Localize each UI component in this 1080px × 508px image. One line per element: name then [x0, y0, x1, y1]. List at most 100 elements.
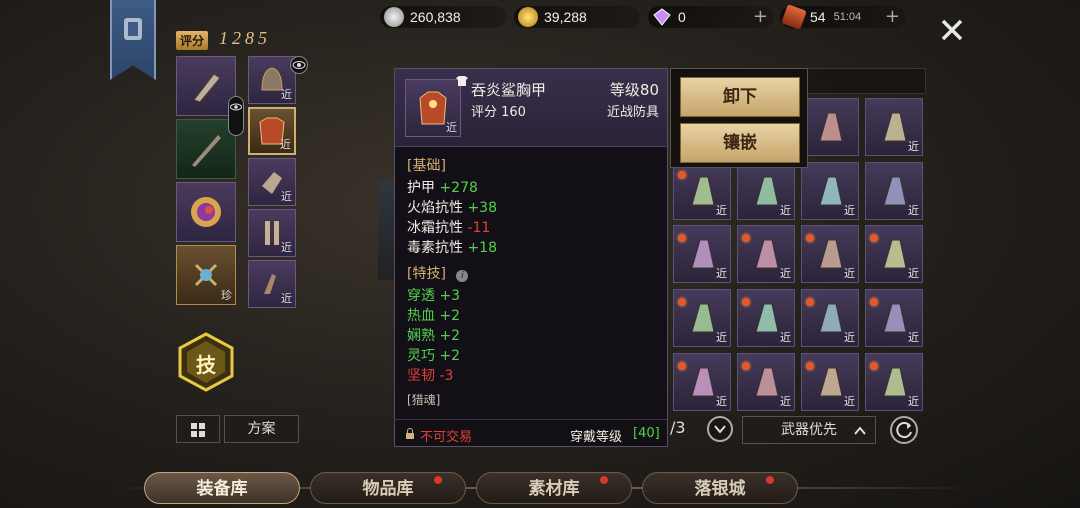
refresh-button[interactable] — [890, 416, 918, 444]
refresh-icon — [896, 422, 912, 439]
inventory-slot[interactable]: 近 — [865, 353, 923, 411]
inlay-button[interactable]: 镶嵌 — [680, 123, 800, 163]
wear-level-value: [40] — [633, 426, 660, 441]
equip-slot-weapon[interactable] — [176, 56, 236, 116]
eye-icon[interactable] — [290, 56, 308, 74]
tooltip-footer: 不可交易 穿戴等级 [40] — [395, 419, 667, 447]
inventory-slot[interactable]: 近 — [801, 162, 859, 220]
inventory-slot[interactable]: 近 — [865, 225, 923, 283]
near-label: 近 — [281, 292, 292, 305]
skill-pierce: 穿透 +3 — [407, 288, 461, 304]
gauntlet-blade-icon — [193, 73, 221, 103]
page-indicator: /3 — [670, 418, 686, 437]
inventory-slot[interactable]: 近 — [801, 353, 859, 411]
skill-tough: 坚韧 -3 — [407, 368, 454, 384]
equip-slot-boots[interactable]: 近 — [248, 260, 296, 308]
new-item-dot — [870, 298, 878, 306]
inventory-slot[interactable]: 近 — [737, 225, 795, 283]
grid-icon — [191, 423, 205, 437]
info-icon[interactable]: i — [456, 270, 469, 282]
near-label: 近 — [716, 267, 727, 280]
inventory-slot[interactable]: 近 — [865, 289, 923, 347]
item-score: 评分 160 — [471, 105, 526, 120]
near-label: 近 — [446, 121, 457, 134]
add-ticket-button[interactable]: + — [885, 8, 900, 26]
stat-frost-res: 冰霜抗性 -11 — [407, 220, 491, 236]
shirt-icon — [456, 76, 468, 86]
near-label: 近 — [281, 88, 292, 101]
add-gem-button[interactable]: + — [753, 8, 768, 26]
preset-button[interactable]: 方案 — [224, 415, 299, 443]
inventory-slot[interactable]: 近 — [737, 289, 795, 347]
action-popup: 卸下 镶嵌 — [670, 68, 808, 168]
inventory-slot[interactable]: 近 — [865, 162, 923, 220]
gold-amount: 39,288 — [544, 9, 587, 25]
inventory-slot[interactable]: 近 — [865, 98, 923, 156]
equip-slot-legs[interactable]: 近 — [248, 209, 296, 257]
tab-items[interactable]: 物品库 — [310, 472, 466, 504]
near-label: 近 — [908, 267, 919, 280]
chevron-up-icon — [854, 426, 866, 435]
unequip-button[interactable]: 卸下 — [680, 77, 800, 117]
eye-toggle-icon[interactable] — [228, 96, 244, 136]
inventory-slot[interactable] — [801, 98, 859, 156]
tab-silver-city[interactable]: 落银城 — [642, 472, 798, 504]
skill-button[interactable]: 技 — [178, 332, 234, 392]
close-icon[interactable] — [940, 18, 964, 42]
item-type: 近战防具 — [606, 105, 659, 120]
gold-currency: 39,288 — [514, 6, 640, 28]
gold-coin-icon — [518, 7, 538, 27]
ticket-timer: 51:04 — [833, 11, 862, 23]
inventory-slot[interactable]: 近 — [673, 289, 731, 347]
page-dropdown-button[interactable] — [707, 416, 733, 442]
inventory-slot[interactable]: 近 — [801, 225, 859, 283]
equip-slot-helmet[interactable]: 近 — [248, 56, 296, 104]
sword-icon — [192, 135, 221, 167]
wear-level-label: 穿戴等级 — [570, 430, 623, 445]
item-tooltip: 近 吞炎鲨胸甲 评分 160 等级80 近战防具 [基础] 护甲 +278 火焰… — [394, 68, 668, 447]
score-value: 1285 — [219, 28, 271, 48]
skill-proficient: 娴熟 +2 — [407, 328, 461, 344]
inventory-slot[interactable]: 近 — [673, 225, 731, 283]
lock-icon — [406, 428, 414, 439]
new-item-dot — [870, 234, 878, 242]
charm-icon — [194, 263, 218, 287]
equip-slot-offhand[interactable] — [176, 119, 236, 179]
gem-currency: 0 + — [648, 6, 774, 28]
silver-coin-icon — [384, 7, 404, 27]
tab-materials[interactable]: 素材库 — [476, 472, 632, 504]
equip-slot-gloves[interactable]: 近 — [248, 158, 296, 206]
new-item-dot — [870, 362, 878, 370]
inventory-slot[interactable]: 近 — [673, 162, 731, 220]
near-label: 近 — [908, 331, 919, 344]
near-label: 近 — [716, 331, 727, 344]
near-label: 近 — [780, 267, 791, 280]
skill-label: 技 — [196, 353, 216, 377]
near-label: 近 — [280, 138, 291, 151]
stat-poison-res: 毒素抗性 +18 — [407, 240, 497, 256]
equip-slot-trinket[interactable]: 珍 — [176, 245, 236, 305]
inventory-slot[interactable]: 近 — [737, 162, 795, 220]
basic-header: [基础] — [407, 158, 446, 174]
near-label: 近 — [908, 395, 919, 408]
materials-notification-dot — [600, 476, 608, 484]
inventory-slot[interactable]: 近 — [737, 353, 795, 411]
new-item-dot — [678, 362, 686, 370]
guild-banner — [110, 0, 156, 80]
new-item-dot — [806, 298, 814, 306]
new-item-dot — [742, 234, 750, 242]
equip-slot-chest[interactable]: 近 — [248, 107, 296, 155]
inventory-slot[interactable]: 近 — [801, 289, 859, 347]
tab-equipment[interactable]: 装备库 — [144, 472, 300, 504]
sort-dropdown[interactable]: 武器优先 — [742, 416, 876, 444]
near-label: 近 — [908, 204, 919, 217]
equip-slot-ring[interactable] — [176, 182, 236, 242]
new-item-dot — [806, 362, 814, 370]
inventory-slot[interactable]: 近 — [673, 353, 731, 411]
near-label: 近 — [844, 331, 855, 344]
diamond-icon — [653, 8, 671, 26]
ticket-amount: 54 — [810, 9, 826, 25]
near-label: 近 — [780, 395, 791, 408]
grid-view-button[interactable] — [176, 415, 220, 443]
near-label: 近 — [844, 395, 855, 408]
